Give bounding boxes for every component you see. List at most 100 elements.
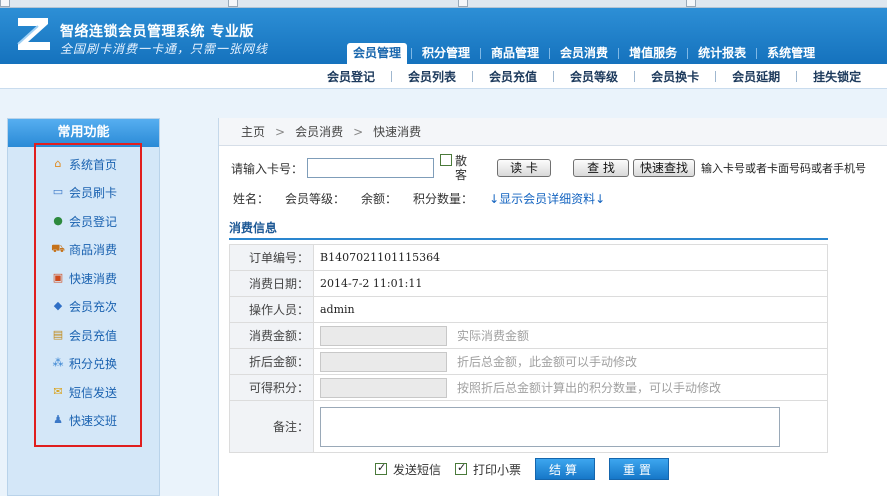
sidebar-item-points-exchange[interactable]: ⁂ 积分兑换	[51, 354, 118, 372]
subnav-divider	[553, 71, 555, 82]
operator-value: admin	[313, 296, 828, 323]
walk-in-checkbox[interactable]	[440, 154, 453, 166]
sidebar-item-label: 积分兑换	[69, 356, 118, 371]
breadcrumb-quick-consume: 快速消费	[373, 125, 422, 139]
member-level-label: 会员等级：	[285, 191, 346, 206]
send-sms-label: 发送短信	[393, 462, 442, 477]
table-row: 订单编号： B1407021101115364	[229, 244, 828, 271]
sidebar: 常用功能 ⌂ 系统首页 ▭ 会员刷卡 ● 会员登记 ⛟ 商品消费 ▣ 快速消费 …	[7, 118, 160, 496]
print-receipt-label: 打印小票	[473, 462, 522, 477]
nav-points-management[interactable]: 积分管理	[416, 43, 476, 64]
sidebar-item-recharge[interactable]: ▤ 会员充值	[51, 326, 117, 344]
app-title: 智络连锁会员管理系统 专业版	[60, 24, 254, 40]
discount-amount-input[interactable]	[320, 351, 447, 372]
recharge-icon: ▤	[52, 328, 64, 341]
breadcrumb-home[interactable]: 主页	[241, 125, 265, 139]
memo-label: 备注：	[229, 400, 314, 453]
quick-find-button[interactable]: 快速查找	[633, 159, 696, 177]
consume-form: 订单编号： B1407021101115364 消费日期： 2014-7-2 1…	[229, 244, 828, 453]
card-number-input[interactable]	[307, 158, 435, 178]
send-sms-option[interactable]: 发送短信	[375, 461, 441, 478]
breadcrumb: 主页 > 会员消费 > 快速消费	[219, 118, 887, 146]
user-register-icon: ●	[53, 214, 63, 227]
sidebar-item-card-swipe[interactable]: ▭ 会员刷卡	[51, 183, 117, 201]
subnav-member-level[interactable]: 会员等级	[562, 68, 626, 85]
nav-value-added[interactable]: 增值服务	[623, 43, 683, 64]
breadcrumb-separator: >	[275, 125, 286, 139]
nav-member-management[interactable]: 会员管理	[347, 43, 408, 64]
discount-amount-label: 折后金额：	[229, 348, 314, 375]
discount-amount-cell: 折后总金额，此金额可以手动修改	[313, 348, 828, 375]
sidebar-item-quick-shift[interactable]: ♟ 快速交班	[51, 411, 117, 429]
nav-divider	[549, 48, 551, 59]
points-exchange-icon: ⁂	[52, 356, 64, 369]
subnav-divider	[796, 71, 798, 82]
earned-points-tip: 按照折后总金额计算出的积分数量，可以手动修改	[457, 381, 722, 395]
sidebar-item-recharge-times[interactable]: ◆ 会员充次	[51, 297, 117, 315]
consume-amount-input[interactable]	[320, 325, 447, 346]
find-button[interactable]: 查 找	[573, 159, 630, 177]
consume-date-value: 2014-7-2 11:01:11	[313, 270, 828, 297]
sidebar-item-home[interactable]: ⌂ 系统首页	[51, 155, 118, 173]
browser-tab[interactable]	[0, 0, 10, 7]
card-search-row: 请输入卡号： 散客 读 卡 查 找 快速查找 输入卡号或者卡面号码或者手机号	[231, 154, 866, 182]
consume-amount-tip: 实际消费金额	[457, 329, 530, 343]
order-number-value: B1407021101115364	[313, 244, 828, 271]
shift-icon: ♟	[53, 413, 63, 426]
walk-in-toggle[interactable]: 散客	[440, 154, 467, 182]
order-number-label: 订单编号：	[229, 244, 314, 271]
nav-divider	[480, 48, 482, 59]
table-row: 消费日期： 2014-7-2 11:01:11	[229, 270, 828, 297]
print-receipt-option[interactable]: 打印小票	[455, 461, 521, 478]
home-icon: ⌂	[54, 157, 62, 170]
memo-textarea[interactable]	[320, 406, 780, 447]
show-member-details-link[interactable]: ↓显示会员详细资料↓	[489, 190, 605, 207]
subnav-report-loss[interactable]: 挂失锁定	[805, 68, 869, 85]
consume-amount-label: 消费金额：	[229, 322, 314, 349]
read-card-button[interactable]: 读 卡	[497, 159, 552, 177]
table-row: 操作人员： admin	[229, 296, 828, 323]
nav-reports[interactable]: 统计报表	[692, 43, 752, 64]
breadcrumb-member-consume[interactable]: 会员消费	[295, 125, 343, 139]
subnav-member-extend[interactable]: 会员延期	[724, 68, 788, 85]
browser-tab[interactable]	[228, 0, 238, 7]
table-row: 折后金额： 折后总金额，此金额可以手动修改	[229, 348, 828, 375]
subnav-divider	[634, 71, 636, 82]
settle-button[interactable]: 结算	[535, 458, 596, 480]
earned-points-input[interactable]	[320, 377, 447, 398]
subnav-divider	[391, 71, 393, 82]
table-row: 消费金额： 实际消费金额	[229, 322, 828, 349]
nav-system-management[interactable]: 系统管理	[761, 43, 821, 64]
nav-product-management[interactable]: 商品管理	[485, 43, 545, 64]
sub-nav: 会员登记 会员列表 会员充值 会员等级 会员换卡 会员延期 挂失锁定	[0, 64, 887, 89]
table-row: 可得积分： 按照折后总金额计算出的积分数量，可以手动修改	[229, 374, 828, 401]
app-header: 智络连锁会员管理系统 专业版 全国刷卡消费一卡通，只需一张网线 会员管理 积分管…	[0, 8, 887, 64]
subnav-divider	[715, 71, 717, 82]
sidebar-item-product-consume[interactable]: ⛟ 商品消费	[51, 240, 117, 258]
sidebar-item-label: 系统首页	[69, 157, 118, 172]
memo-cell	[313, 400, 828, 453]
earned-points-label: 可得积分：	[229, 374, 314, 401]
browser-tab[interactable]	[686, 0, 696, 7]
member-name-label: 姓名：	[233, 191, 270, 206]
nav-divider	[411, 48, 413, 59]
nav-member-consume[interactable]: 会员消费	[554, 43, 614, 64]
subnav-member-register[interactable]: 会员登记	[319, 68, 383, 85]
browser-tab[interactable]	[458, 0, 468, 7]
sidebar-item-sms[interactable]: ✉ 短信发送	[51, 383, 117, 401]
sidebar-item-register[interactable]: ● 会员登记	[51, 212, 117, 230]
subnav-member-list[interactable]: 会员列表	[400, 68, 464, 85]
print-receipt-checkbox[interactable]	[455, 461, 468, 475]
send-sms-checkbox[interactable]	[375, 461, 387, 475]
subnav-member-recharge[interactable]: 会员充值	[481, 68, 545, 85]
sidebar-item-label: 会员充值	[69, 328, 118, 343]
nav-divider	[756, 48, 758, 59]
member-balance-label: 余额：	[361, 191, 398, 206]
subnav-change-card[interactable]: 会员换卡	[643, 68, 707, 85]
card-number-label: 请输入卡号：	[231, 161, 304, 176]
logo-icon	[17, 18, 50, 50]
reset-button[interactable]: 重置	[609, 458, 670, 480]
sidebar-item-quick-consume[interactable]: ▣ 快速消费	[51, 269, 117, 287]
consume-amount-cell: 实际消费金额	[313, 322, 828, 349]
member-summary: 姓名： 会员等级： 余额： 积分数量： ↓显示会员详细资料↓	[233, 190, 605, 206]
